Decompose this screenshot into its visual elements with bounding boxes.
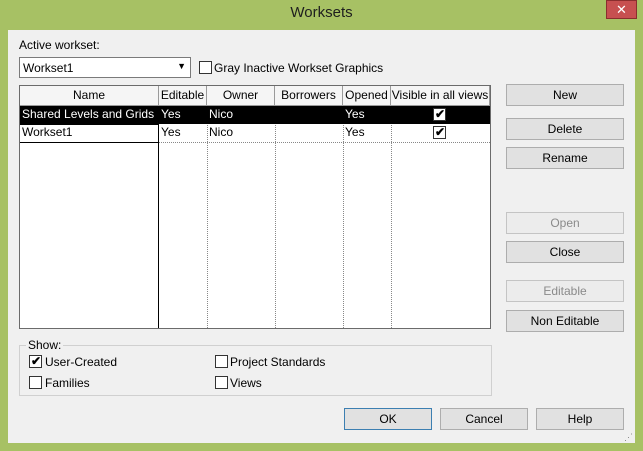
cell-opened[interactable]: Yes [343,106,391,124]
cell-editable[interactable]: Yes [159,124,207,142]
column-header-visible[interactable]: Visible in all views [391,86,490,106]
editable-button[interactable]: Editable [506,280,624,302]
table-row[interactable]: Workset1 Yes Nico Yes ✔ [20,124,490,142]
cell-owner[interactable]: Nico [207,106,275,124]
checkmark-icon: ✔ [31,354,42,368]
views-label: Views [230,376,262,390]
active-workset-label: Active workset: [19,38,100,52]
cell-editable[interactable]: Yes [159,106,207,124]
column-header-borrowers[interactable]: Borrowers [275,86,343,106]
cell-borrowers[interactable] [275,106,343,124]
show-group-label: Show: [26,338,64,352]
delete-button[interactable]: Delete [506,118,624,140]
ok-button[interactable]: OK [344,408,432,430]
gray-inactive-checkbox[interactable] [199,61,212,74]
cell-name[interactable]: Shared Levels and Grids [20,106,159,124]
checkmark-icon: ✔ [435,125,446,139]
rename-button[interactable]: Rename [506,147,624,169]
window-title: Worksets [290,4,353,21]
open-button[interactable]: Open [506,212,624,234]
column-header-editable[interactable]: Editable [159,86,207,106]
visible-checkbox[interactable]: ✔ [433,125,446,139]
visible-checkbox[interactable]: ✔ [433,107,446,121]
non-editable-button[interactable]: Non Editable [506,310,624,332]
project-standards-checkbox[interactable] [215,355,228,368]
table-row[interactable]: Shared Levels and Grids Yes Nico Yes ✔ [20,106,490,124]
close-window-button[interactable]: ✕ [606,0,637,19]
user-created-checkbox[interactable]: ✔ [29,354,42,368]
row-separator [20,142,159,143]
active-workset-value: Workset1 [23,61,74,75]
row-separator [159,142,490,143]
dialog-client-area: Active workset: Workset1 ▼ Gray Inactive… [8,30,635,443]
checkmark-icon: ✔ [435,107,446,121]
cancel-button[interactable]: Cancel [440,408,528,430]
column-header-owner[interactable]: Owner [207,86,275,106]
active-workset-dropdown[interactable]: Workset1 ▼ [19,57,191,78]
user-created-label: User-Created [45,355,118,369]
column-header-opened[interactable]: Opened [343,86,391,106]
views-checkbox[interactable] [215,376,228,389]
close-button[interactable]: Close [506,241,624,263]
cell-borrowers[interactable] [275,124,343,142]
worksets-table[interactable]: Name Editable Owner Borrowers Opened Vis… [19,85,491,329]
new-button[interactable]: New [506,84,624,106]
column-header-name[interactable]: Name [20,86,159,106]
help-button[interactable]: Help [536,408,624,430]
cell-name[interactable]: Workset1 [20,124,159,142]
families-checkbox[interactable] [29,376,42,389]
cell-owner[interactable]: Nico [207,124,275,142]
worksets-dialog: Worksets ✕ Active workset: Workset1 ▼ Gr… [0,0,643,451]
resize-grip-icon[interactable]: ⋰ [624,432,634,442]
families-label: Families [45,376,90,390]
chevron-down-icon: ▼ [177,61,186,71]
project-standards-label: Project Standards [230,355,326,369]
gray-inactive-label: Gray Inactive Workset Graphics [214,61,384,75]
title-bar[interactable]: Worksets ✕ [0,0,643,30]
cell-opened[interactable]: Yes [343,124,391,142]
